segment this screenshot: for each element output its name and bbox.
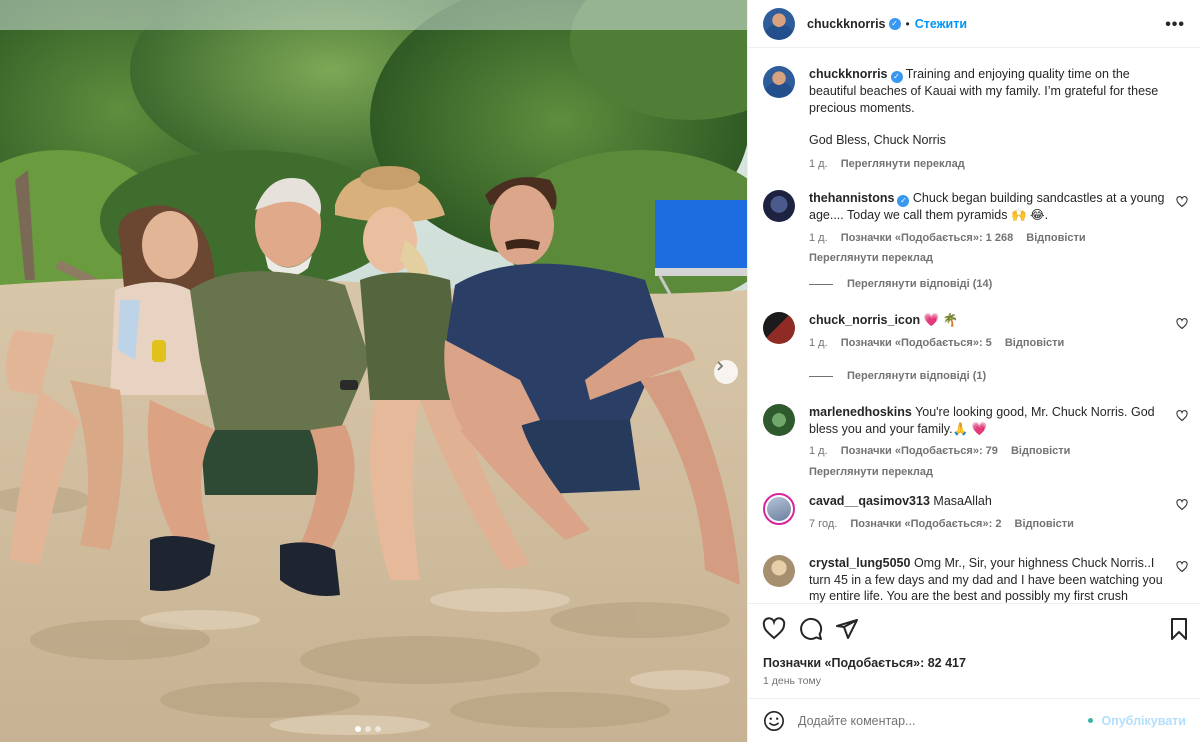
comment-time[interactable]: 1 д. [809,445,828,457]
carousel-dot [375,726,381,732]
caption-username[interactable]: chuckknorris [809,67,888,81]
comment-time[interactable]: 7 год. [809,518,837,530]
avatar[interactable] [763,555,795,587]
add-comment-bar: Опублікувати [748,698,1200,742]
comment-username[interactable]: marlenedhoskins [809,405,912,419]
translate-link[interactable]: Переглянути переклад [809,464,1169,481]
avatar[interactable] [763,312,795,344]
view-replies-button[interactable]: Переглянути відповіді (14) [809,278,992,290]
post-actions: Позначки «Подобається»: 82 417 1 день то… [748,603,1200,698]
reply-button[interactable]: Відповісти [1005,337,1064,349]
author-username[interactable]: chuckknorris [807,17,886,31]
avatar[interactable] [763,66,795,98]
comment-text: MasaAllah [933,494,992,508]
comment-icon[interactable] [799,617,823,641]
translate-link[interactable]: Переглянути переклад [841,158,965,170]
carousel-dot [355,726,361,732]
bookmark-icon[interactable] [1167,617,1191,641]
avatar[interactable] [763,404,795,436]
replies-line [809,375,833,377]
caption-time[interactable]: 1 д. [809,158,828,170]
reply-button[interactable]: Відповісти [1011,445,1070,457]
reply-button[interactable]: Відповісти [1015,518,1074,530]
heart-icon[interactable] [1176,561,1188,573]
separator-dot: • [905,16,910,31]
post-modal: chuckknorris ✓ • Стежити ••• chuckknorri… [0,0,1200,742]
view-replies-label: Переглянути відповіді (14) [847,278,993,290]
heart-icon[interactable] [1176,499,1188,511]
avatar[interactable] [763,7,795,40]
replies-line [809,283,833,285]
post-photo[interactable] [0,0,747,742]
comment-time[interactable]: 1 д. [809,337,828,349]
verified-icon: ✓ [888,17,901,30]
chevron-right-icon [717,361,724,371]
likes-count[interactable]: Позначки «Подобається»: 82 417 [763,656,966,670]
publish-button[interactable]: Опублікувати [1101,714,1186,728]
avatar[interactable] [763,190,795,222]
comment-likes[interactable]: Позначки «Подобається»: 1 268 [841,232,1013,244]
comment-likes[interactable]: Позначки «Подобається»: 5 [841,337,992,349]
follow-button[interactable]: Стежити [915,17,967,31]
comment-likes[interactable]: Позначки «Подобається»: 2 [850,518,1001,530]
comment-input[interactable] [798,709,1078,733]
carousel-dot [365,726,371,732]
post-header: chuckknorris ✓ • Стежити ••• [748,0,1200,48]
comment-username[interactable]: thehannistons [809,191,894,205]
share-icon[interactable] [835,617,859,641]
comment-username[interactable]: cavad__qasimov313 [809,494,930,508]
comment-username[interactable]: chuck_norris_icon [809,313,920,327]
avatar[interactable] [763,493,795,525]
more-icon[interactable]: ••• [1165,16,1185,34]
post-side-panel: chuckknorris ✓ • Стежити ••• chuckknorri… [747,0,1200,742]
heart-icon[interactable] [1176,196,1188,208]
emoji-icon[interactable] [763,710,785,732]
heart-icon[interactable] [1176,318,1188,330]
status-dot [1088,718,1093,723]
verified-icon: ✓ [897,195,910,207]
comment-time[interactable]: 1 д. [809,232,828,244]
caption-signoff: God Bless, Chuck Norris [809,133,946,147]
comment-text: 💗 🌴 [923,313,959,327]
carousel-indicator [355,726,381,732]
heart-icon[interactable] [1176,410,1188,422]
comment-username[interactable]: crystal_lung5050 [809,556,910,570]
comment-likes[interactable]: Позначки «Подобається»: 79 [841,445,998,457]
view-replies-button[interactable]: Переглянути відповіді (1) [809,370,986,382]
beach-family-photo [0,0,747,742]
post-time[interactable]: 1 день тому [763,675,821,687]
reply-button[interactable]: Відповісти [1026,232,1085,244]
comments-list[interactable]: chuckknorris ✓ Training and enjoying qual… [748,49,1200,603]
view-replies-label: Переглянути відповіді (1) [847,370,987,382]
heart-icon[interactable] [762,617,786,641]
verified-icon: ✓ [890,71,903,83]
translate-link[interactable]: Переглянути переклад [809,250,1169,267]
carousel-next-button[interactable] [714,360,738,384]
